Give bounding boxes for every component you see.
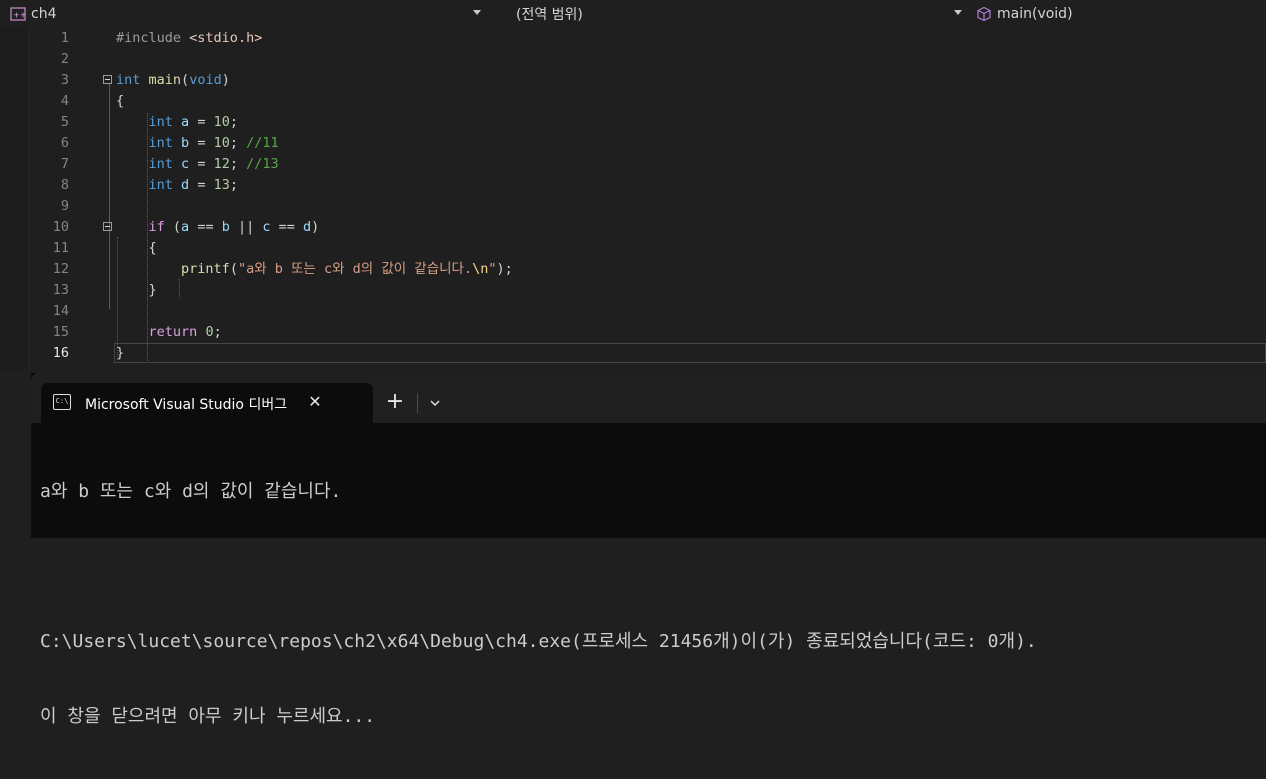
line-number: 10 bbox=[52, 219, 69, 235]
line-number: 16 bbox=[52, 345, 69, 361]
collapse-icon[interactable] bbox=[103, 222, 112, 231]
line-number: 2 bbox=[60, 51, 69, 67]
console-line: a와 b 또는 c와 d의 값이 같습니다. bbox=[40, 481, 342, 502]
code-line: 2 bbox=[28, 49, 1266, 70]
code-text: int main(void) bbox=[116, 72, 230, 88]
code-text: { bbox=[116, 93, 125, 109]
chevron-down-icon bbox=[954, 10, 962, 15]
chevron-down-icon bbox=[473, 10, 481, 15]
code-text: printf("a와 b 또는 c와 d의 값이 같습니다.\n"); bbox=[181, 261, 513, 277]
code-line: 9 bbox=[28, 196, 1266, 217]
cpp-project-icon: ++ bbox=[9, 6, 27, 22]
code-text: int b = 10; //11 bbox=[148, 135, 279, 151]
line-number: 7 bbox=[60, 156, 69, 172]
code-line: 4 { bbox=[28, 91, 1266, 112]
terminal-icon: C:\ bbox=[53, 394, 71, 410]
code-line: 11 { bbox=[28, 238, 1266, 259]
line-number: 3 bbox=[60, 72, 69, 88]
member-name: main(void) bbox=[997, 6, 1073, 22]
code-line: 6 int b = 10; //11 bbox=[28, 133, 1266, 154]
console-line: C:\Users\lucet\source\repos\ch2\x64\Debu… bbox=[40, 631, 1037, 652]
code-editor[interactable]: 1 #include <stdio.h> 2 3 int main(void) … bbox=[0, 28, 1266, 370]
line-number: 8 bbox=[60, 177, 69, 193]
current-line-highlight bbox=[114, 343, 1266, 363]
code-text: } bbox=[116, 282, 157, 298]
code-text: int a = 10; bbox=[148, 114, 238, 130]
debug-console-window: C:\ Microsoft Visual Studio 디버그 ✕ + a와 b… bbox=[31, 373, 1266, 727]
member-dropdown[interactable]: main(void) bbox=[975, 3, 1266, 25]
code-text: } bbox=[116, 345, 125, 361]
code-text: { bbox=[116, 240, 157, 256]
line-number: 15 bbox=[52, 324, 69, 340]
line-number: 13 bbox=[52, 282, 69, 298]
code-line: 14 bbox=[28, 301, 1266, 322]
code-text: int d = 13; bbox=[148, 177, 238, 193]
code-line: 7 int c = 12; //13 bbox=[28, 154, 1266, 175]
tab-divider bbox=[417, 393, 418, 413]
code-line: 3 int main(void) bbox=[28, 70, 1266, 91]
code-line: 8 int d = 13; bbox=[28, 175, 1266, 196]
line-number: 14 bbox=[52, 303, 69, 319]
line-number: 11 bbox=[52, 240, 69, 256]
scope-dropdown[interactable]: (전역 범위) bbox=[492, 3, 970, 25]
project-name: ch4 bbox=[31, 6, 57, 22]
code-text: return 0; bbox=[148, 324, 222, 340]
code-line: 10 if (a == b || c == d) bbox=[28, 217, 1266, 238]
chevron-down-icon[interactable] bbox=[425, 393, 445, 413]
console-line: 이 창을 닫으려면 아무 키나 누르세요... bbox=[40, 706, 376, 727]
code-line: 5 int a = 10; bbox=[28, 112, 1266, 133]
code-line: 13 } bbox=[28, 280, 1266, 301]
navigation-bar: ++ ch4 (전역 범위) main(void) bbox=[0, 0, 1266, 29]
editor-margin bbox=[0, 28, 29, 370]
code-line: 15 return 0; bbox=[28, 322, 1266, 343]
code-text: #include <stdio.h> bbox=[116, 30, 263, 46]
collapse-icon[interactable] bbox=[103, 75, 112, 84]
line-number: 1 bbox=[60, 30, 69, 46]
code-line: 12 printf("a와 b 또는 c와 d의 값이 같습니다.\n"); bbox=[28, 259, 1266, 280]
console-output: a와 b 또는 c와 d의 값이 같습니다. C:\Users\lucet\so… bbox=[40, 429, 1037, 779]
project-dropdown[interactable]: ++ ch4 bbox=[9, 3, 489, 25]
line-number: 6 bbox=[60, 135, 69, 151]
new-tab-button[interactable]: + bbox=[383, 391, 407, 415]
method-cube-icon bbox=[975, 6, 993, 22]
console-tab-bar: C:\ Microsoft Visual Studio 디버그 ✕ + bbox=[31, 373, 1266, 423]
line-number: 9 bbox=[60, 198, 69, 214]
scope-name: (전역 범위) bbox=[516, 7, 583, 23]
code-line-active: 16 } bbox=[28, 343, 1266, 364]
close-icon[interactable]: ✕ bbox=[305, 392, 325, 412]
code-line: 1 #include <stdio.h> bbox=[28, 28, 1266, 49]
console-tab[interactable]: C:\ Microsoft Visual Studio 디버그 ✕ bbox=[41, 383, 373, 423]
line-number: 4 bbox=[60, 93, 69, 109]
console-tab-title: Microsoft Visual Studio 디버그 bbox=[85, 397, 288, 413]
line-number: 5 bbox=[60, 114, 69, 130]
code-text: int c = 12; //13 bbox=[148, 156, 279, 172]
svg-text:++: ++ bbox=[13, 11, 26, 20]
line-number: 12 bbox=[52, 261, 69, 277]
code-text: if (a == b || c == d) bbox=[148, 219, 320, 235]
